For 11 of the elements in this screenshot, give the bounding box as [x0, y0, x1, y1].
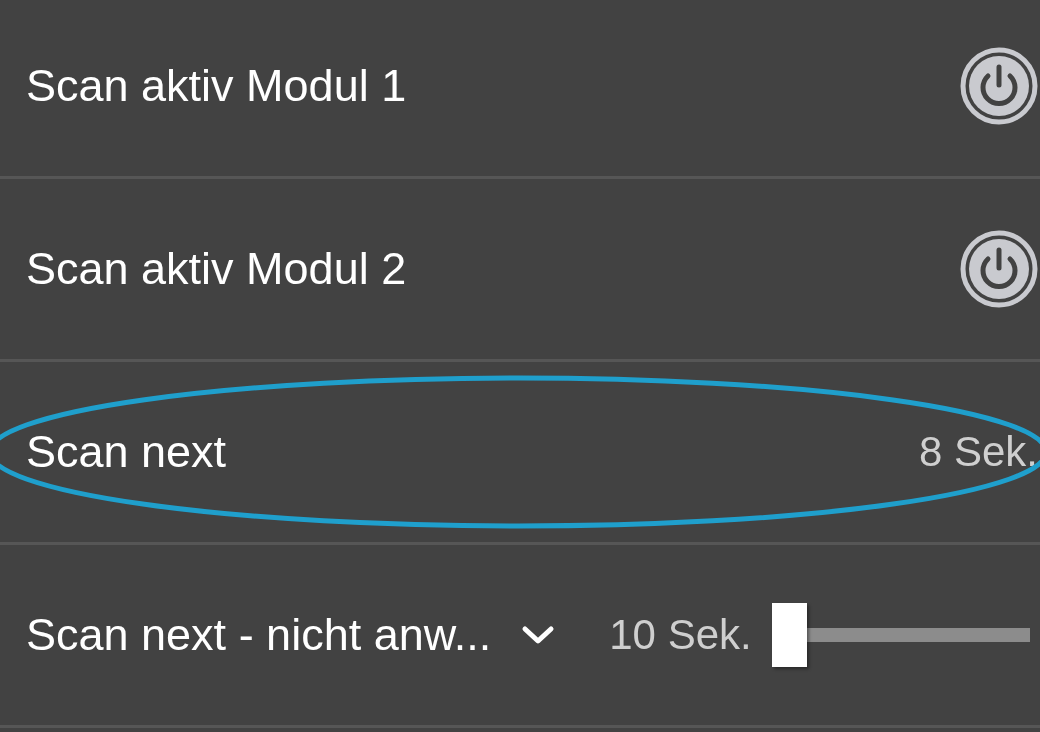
chevron-down-icon[interactable] [521, 624, 556, 646]
setting-label: Scan aktiv Modul 1 [26, 60, 407, 112]
slider-thumb[interactable] [772, 603, 807, 667]
setting-value: 10 Sek. [609, 611, 752, 659]
setting-label: Scan next - nicht anw... [26, 609, 492, 661]
power-icon[interactable] [960, 230, 1038, 308]
setting-value: 8 Sek. [918, 428, 1038, 476]
setting-label: Scan next [26, 426, 227, 478]
slider[interactable] [772, 603, 1030, 667]
setting-label: Scan aktiv Modul 2 [26, 243, 407, 295]
power-icon[interactable] [960, 47, 1038, 125]
